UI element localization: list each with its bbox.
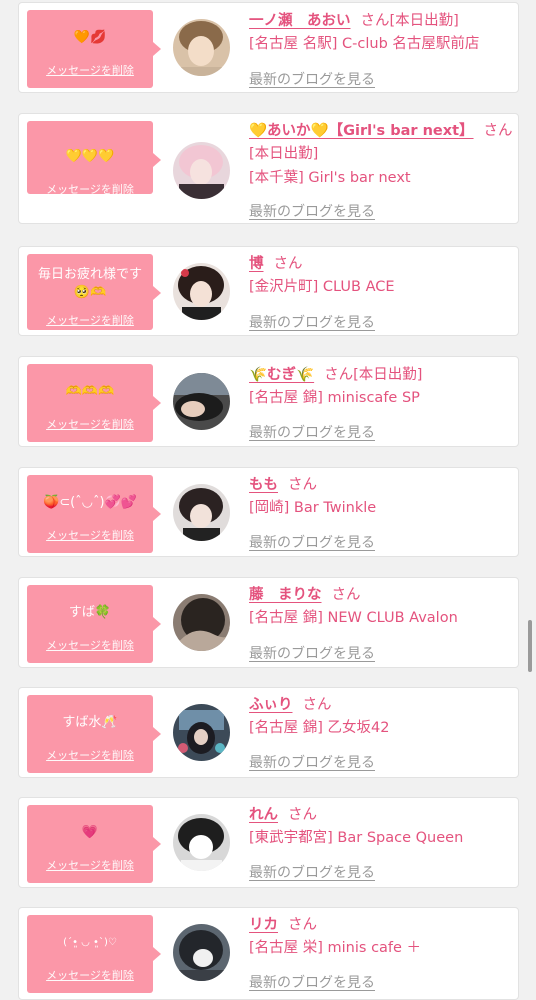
shop-info: [本千葉] Girl's bar next xyxy=(249,170,411,186)
shop-info: [名古屋 錦] miniscafe SP xyxy=(249,390,420,406)
cast-name-link[interactable]: 一ノ瀬 あおい xyxy=(249,13,351,29)
avatar[interactable] xyxy=(173,594,230,651)
message-bubble: すば水🥂 メッセージを削除 xyxy=(27,695,161,773)
cast-name-link[interactable]: もも xyxy=(249,477,278,493)
san-label: さん xyxy=(288,917,317,933)
message-card: (ˊ•͈ ◡ •͈ˋ)♡ メッセージを削除 リカ さん [名古屋 栄] minis… xyxy=(18,907,519,1000)
san-label: さん xyxy=(288,807,317,823)
shop-info: [東武宇都宮] Bar Space Queen xyxy=(249,830,464,846)
message-bubble: (ˊ•͈ ◡ •͈ˋ)♡ メッセージを削除 xyxy=(27,915,161,993)
latest-blog-link[interactable]: 最新のブログを見る xyxy=(249,862,375,882)
latest-blog-link[interactable]: 最新のブログを見る xyxy=(249,532,375,552)
message-bubble: 💗 メッセージを削除 xyxy=(27,805,161,883)
message-text: 🧡💋 xyxy=(73,30,107,45)
cast-name-link[interactable]: ふぃり xyxy=(249,697,293,713)
message-card: 💗 メッセージを削除 れん さん [東武宇都宮] Bar Space Queen … xyxy=(18,797,519,888)
avatar[interactable] xyxy=(173,814,230,871)
latest-blog-link[interactable]: 最新のブログを見る xyxy=(249,643,375,663)
shop-info: [名古屋 錦] 乙女坂42 xyxy=(249,720,390,736)
message-card: 💛💛💛 メッセージを削除 💛あいか💛【Girl's bar next】 さん [本… xyxy=(18,113,519,224)
delete-message-link[interactable]: メッセージを削除 xyxy=(27,747,153,763)
message-card: すば水🥂 メッセージを削除 ふぃり さん [名古屋 錦] 乙女坂42 最新のブログ… xyxy=(18,687,519,778)
message-bubble: 🧡💋 メッセージを削除 xyxy=(27,10,161,88)
message-text: 💛💛💛 xyxy=(65,149,115,164)
message-bubble: 🫶🫶🫶 メッセージを削除 xyxy=(27,364,161,442)
san-label: さん xyxy=(360,13,390,29)
cast-name-link[interactable]: れん xyxy=(249,807,278,823)
attendance-badge: [本日出勤] xyxy=(389,13,459,29)
message-text: 💗 xyxy=(81,825,99,840)
cast-name-link[interactable]: 💛あいか💛【Girl's bar next】 xyxy=(249,123,474,139)
message-card: 毎日お疲れ様です🥺🫶 メッセージを削除 博さん [金沢片町] CLUB ACE … xyxy=(18,246,519,336)
san-label: さん xyxy=(288,477,317,493)
san-label: さん xyxy=(273,256,303,272)
latest-blog-link[interactable]: 最新のブログを見る xyxy=(249,201,375,221)
avatar[interactable] xyxy=(173,19,230,76)
delete-message-link[interactable]: メッセージを削除 xyxy=(27,637,153,653)
message-text: すば水🥂 xyxy=(62,715,118,730)
message-card: 🧡💋 メッセージを削除 一ノ瀬 あおい さん[本日出勤] [名古屋 名駅] C-c… xyxy=(18,2,519,93)
message-list: 🧡💋 メッセージを削除 一ノ瀬 あおい さん[本日出勤] [名古屋 名駅] C-c… xyxy=(0,0,536,1000)
message-card: 🍑⊂(ˆ◡ˆ)💞💕 メッセージを削除 もも さん [岡崎] Bar Twinkle… xyxy=(18,467,519,557)
attendance-badge: [本日出勤] xyxy=(353,367,423,383)
latest-blog-link[interactable]: 最新のブログを見る xyxy=(249,312,375,332)
avatar[interactable] xyxy=(173,704,230,761)
cast-name-link[interactable]: 🌾むぎ🌾 xyxy=(249,367,314,383)
san-label: さん xyxy=(302,697,332,713)
delete-message-link[interactable]: メッセージを削除 xyxy=(27,416,153,432)
shop-info: [名古屋 名駅] C-club 名古屋駅前店 xyxy=(249,36,480,52)
avatar[interactable] xyxy=(173,142,230,199)
avatar[interactable] xyxy=(173,373,230,430)
message-bubble: 毎日お疲れ様です🥺🫶 メッセージを削除 xyxy=(27,254,161,330)
cast-name-link[interactable]: 藤 まりな xyxy=(249,587,322,603)
delete-message-link[interactable]: メッセージを削除 xyxy=(27,857,153,873)
attendance-badge: [本日出勤] xyxy=(249,146,319,162)
shop-info: [名古屋 錦] NEW CLUB Avalon xyxy=(249,610,458,626)
cast-name-link[interactable]: リカ xyxy=(249,917,278,933)
message-bubble: 🍑⊂(ˆ◡ˆ)💞💕 メッセージを削除 xyxy=(27,475,161,553)
latest-blog-link[interactable]: 最新のブログを見る xyxy=(249,972,375,992)
cast-name-link[interactable]: 博 xyxy=(249,256,264,272)
san-label: さん xyxy=(324,367,354,383)
message-text: (ˊ•͈ ◡ •͈ˋ)♡ xyxy=(63,937,117,948)
san-label: さん xyxy=(483,123,513,139)
message-card: 🫶🫶🫶 メッセージを削除 🌾むぎ🌾 さん[本日出勤] [名古屋 錦] minisc… xyxy=(18,356,519,447)
shop-info: [金沢片町] CLUB ACE xyxy=(249,279,395,295)
shop-info: [岡崎] Bar Twinkle xyxy=(249,500,377,516)
delete-message-link[interactable]: メッセージを削除 xyxy=(27,312,153,328)
avatar[interactable] xyxy=(173,924,230,981)
latest-blog-link[interactable]: 最新のブログを見る xyxy=(249,752,375,772)
latest-blog-link[interactable]: 最新のブログを見る xyxy=(249,422,375,442)
avatar[interactable] xyxy=(173,263,230,320)
scrollbar[interactable] xyxy=(528,620,532,672)
message-text: 毎日お疲れ様です🥺🫶 xyxy=(37,267,142,300)
message-card: すば🍀 メッセージを削除 藤 まりな さん [名古屋 錦] NEW CLUB Av… xyxy=(18,577,519,668)
avatar[interactable] xyxy=(173,484,230,541)
shop-info: [名古屋 栄] minis cafe ＋ xyxy=(249,940,422,956)
message-bubble: 💛💛💛 メッセージを削除 xyxy=(27,121,161,197)
delete-message-link[interactable]: メッセージを削除 xyxy=(27,967,153,983)
san-label: さん xyxy=(331,587,361,603)
message-text: すば🍀 xyxy=(68,605,112,620)
latest-blog-link[interactable]: 最新のブログを見る xyxy=(249,69,375,89)
message-bubble: すば🍀 メッセージを削除 xyxy=(27,585,161,663)
message-text: 🫶🫶🫶 xyxy=(65,384,115,399)
message-text: 🍑⊂(ˆ◡ˆ)💞💕 xyxy=(43,495,137,510)
delete-message-link[interactable]: メッセージを削除 xyxy=(27,62,153,78)
delete-message-link[interactable]: メッセージを削除 xyxy=(27,181,153,197)
delete-message-link[interactable]: メッセージを削除 xyxy=(27,527,153,543)
